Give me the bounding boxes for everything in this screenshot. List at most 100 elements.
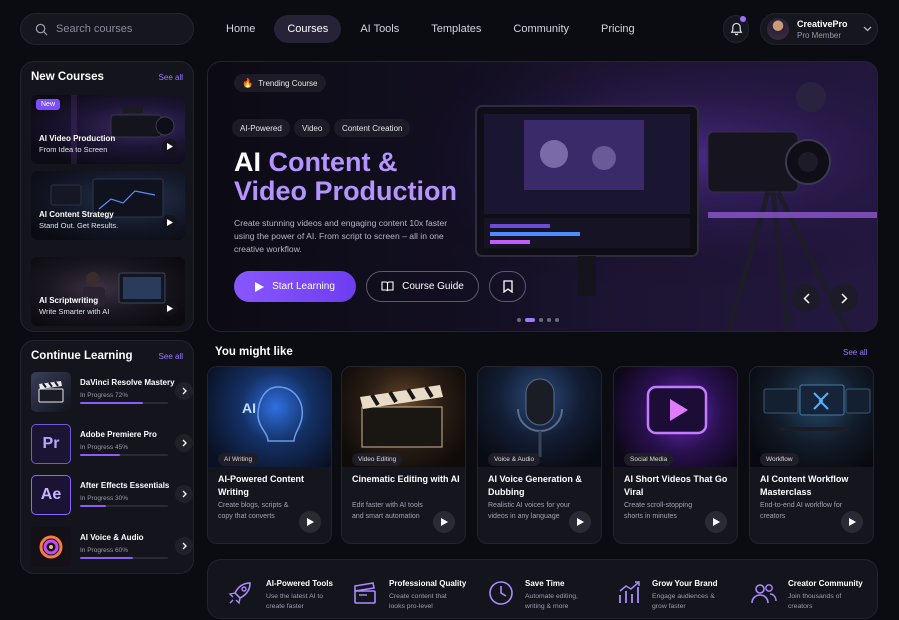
hero-title: AI Content & Video Production — [234, 147, 458, 206]
chip-ai-powered[interactable]: AI-Powered — [232, 119, 290, 137]
feature-desc: Use the latest AI to create faster — [266, 593, 324, 610]
bookmark-button[interactable] — [489, 271, 526, 302]
chevron-right-icon — [840, 292, 848, 304]
chip-content-creation[interactable]: Content Creation — [334, 119, 411, 137]
rocket-icon — [228, 582, 251, 605]
play-button[interactable] — [162, 139, 177, 154]
profile-name: CreativePro — [797, 18, 848, 29]
play-button[interactable] — [841, 511, 863, 533]
carousel-dot[interactable] — [517, 318, 521, 322]
play-icon — [576, 518, 584, 526]
recommend-card-workflow[interactable]: Workflow AI Content Workflow Masterclass… — [749, 366, 874, 544]
play-button[interactable] — [705, 511, 727, 533]
course-card-ai-content-strategy[interactable]: AI Content Strategy Stand Out. Get Resul… — [31, 171, 185, 240]
progress-bar — [80, 557, 168, 559]
continue-button[interactable] — [175, 537, 193, 555]
course-card-ai-video-production[interactable]: New AI Video Production From Idea to Scr… — [31, 95, 185, 164]
chevron-down-icon — [863, 26, 872, 32]
continue-learning-title: Continue Learning — [31, 350, 133, 362]
nav-home[interactable]: Home — [213, 15, 268, 43]
feature-desc: Join thousands of creators — [788, 593, 842, 610]
course-card-ai-scriptwriting[interactable]: AI Scriptwriting Write Smarter with AI — [31, 257, 185, 326]
continue-learning-panel: Continue Learning See all DaVinci Resolv… — [20, 340, 194, 574]
clapper-icon — [354, 582, 376, 604]
course-guide-button[interactable]: Course Guide — [366, 271, 479, 302]
new-courses-see-all[interactable]: See all — [159, 73, 183, 82]
category-tag: Voice & Audio — [488, 453, 541, 466]
carousel-dot[interactable] — [555, 318, 559, 322]
nav-ai-tools[interactable]: AI Tools — [347, 15, 412, 43]
carousel-dot[interactable] — [539, 318, 543, 322]
trending-label: Trending Course — [258, 78, 318, 88]
continue-item-ai-voice[interactable]: AI Voice & Audio In Progress 60% — [31, 527, 193, 571]
recommend-card-ai-writing[interactable]: AI AI Writing AI-Powered Content Writing… — [207, 366, 332, 544]
play-button[interactable] — [569, 511, 591, 533]
continue-item-davinci[interactable]: DaVinci Resolve Mastery In Progress 72% — [31, 372, 193, 416]
feature-community: Creator Community Join thousands of crea… — [750, 560, 875, 620]
nav-community[interactable]: Community — [500, 15, 582, 43]
feature-title: Save Time — [525, 579, 565, 588]
feature-save-time: Save Time Automate editing, writing & mo… — [487, 560, 607, 620]
carousel-dot[interactable] — [525, 318, 535, 322]
continue-item-premiere[interactable]: Pr Adobe Premiere Pro In Progress 45% — [31, 424, 193, 468]
book-icon — [381, 281, 394, 292]
carousel-prev-button[interactable] — [792, 284, 820, 312]
microphone-image — [478, 367, 601, 467]
recommend-card-video-editing[interactable]: Video Editing Cinematic Editing with AI … — [341, 366, 466, 544]
card-description: Edit faster with AI tools and smart auto… — [352, 502, 423, 520]
category-tag: AI Writing — [218, 453, 259, 466]
card-title: AI-Powered Content Writing — [218, 474, 305, 497]
feature-title: Grow Your Brand — [652, 579, 718, 588]
you-might-like-see-all[interactable]: See all — [843, 348, 867, 357]
chip-video[interactable]: Video — [294, 119, 331, 137]
continue-item-after-effects[interactable]: Ae After Effects Essentials In Progress … — [31, 475, 193, 519]
play-icon — [440, 518, 448, 526]
profile-menu[interactable]: CreativePro Pro Member — [760, 13, 878, 45]
play-button[interactable] — [433, 511, 455, 533]
progress-text: In Progress 72% — [80, 392, 129, 399]
play-icon — [306, 518, 314, 526]
category-tag: Social Media — [624, 453, 674, 466]
notifications-button[interactable] — [723, 15, 749, 43]
nav-templates[interactable]: Templates — [418, 15, 494, 43]
neon-play-image — [614, 367, 737, 467]
start-learning-button[interactable]: Start Learning — [234, 271, 356, 302]
new-badge: New — [36, 99, 61, 110]
continue-button[interactable] — [175, 485, 193, 503]
carousel-dot[interactable] — [547, 318, 551, 322]
play-icon — [255, 281, 265, 292]
search-bar[interactable] — [20, 13, 194, 45]
play-icon — [166, 305, 173, 312]
nav-pricing[interactable]: Pricing — [588, 15, 648, 43]
chevron-right-icon — [182, 439, 187, 447]
feature-title: AI-Powered Tools — [266, 579, 333, 588]
play-button[interactable] — [299, 511, 321, 533]
chart-icon — [619, 581, 640, 603]
main-nav: Home Courses AI Tools Templates Communit… — [213, 15, 654, 43]
play-button[interactable] — [162, 301, 177, 316]
card-description: Create blogs, scripts & copy that conver… — [218, 502, 289, 520]
course-title: AI Scriptwriting — [39, 296, 99, 305]
search-input[interactable] — [56, 23, 176, 35]
continue-button[interactable] — [175, 434, 193, 452]
continue-learning-see-all[interactable]: See all — [159, 352, 183, 361]
recommend-card-voice-audio[interactable]: Voice & Audio AI Voice Generation & Dubb… — [477, 366, 602, 544]
ai-glyph-text: AI — [242, 400, 256, 416]
feature-grow-brand: Grow Your Brand Engage audiences & grow … — [616, 560, 736, 620]
notification-dot — [740, 16, 746, 22]
play-button[interactable] — [162, 215, 177, 230]
continue-button[interactable] — [175, 382, 193, 400]
category-tag: Workflow — [760, 453, 799, 466]
recommend-card-social-media[interactable]: Social Media AI Short Videos That Go Vir… — [613, 366, 738, 544]
course-title: AI Video Production — [39, 134, 116, 143]
avatar — [767, 18, 789, 40]
feature-desc: Engage audiences & grow faster — [652, 593, 715, 610]
course-subtitle: From Idea to Screen — [39, 145, 108, 154]
carousel-dots — [517, 318, 559, 322]
nav-courses[interactable]: Courses — [274, 15, 342, 43]
progress-text: In Progress 30% — [80, 495, 129, 502]
users-icon — [751, 584, 777, 604]
hero-banner: 🔥 Trending Course AI-Powered Video Conte… — [207, 61, 878, 332]
carousel-next-button[interactable] — [830, 284, 858, 312]
feature-ai-tools: AI-Powered Tools Use the latest AI to cr… — [226, 560, 346, 620]
